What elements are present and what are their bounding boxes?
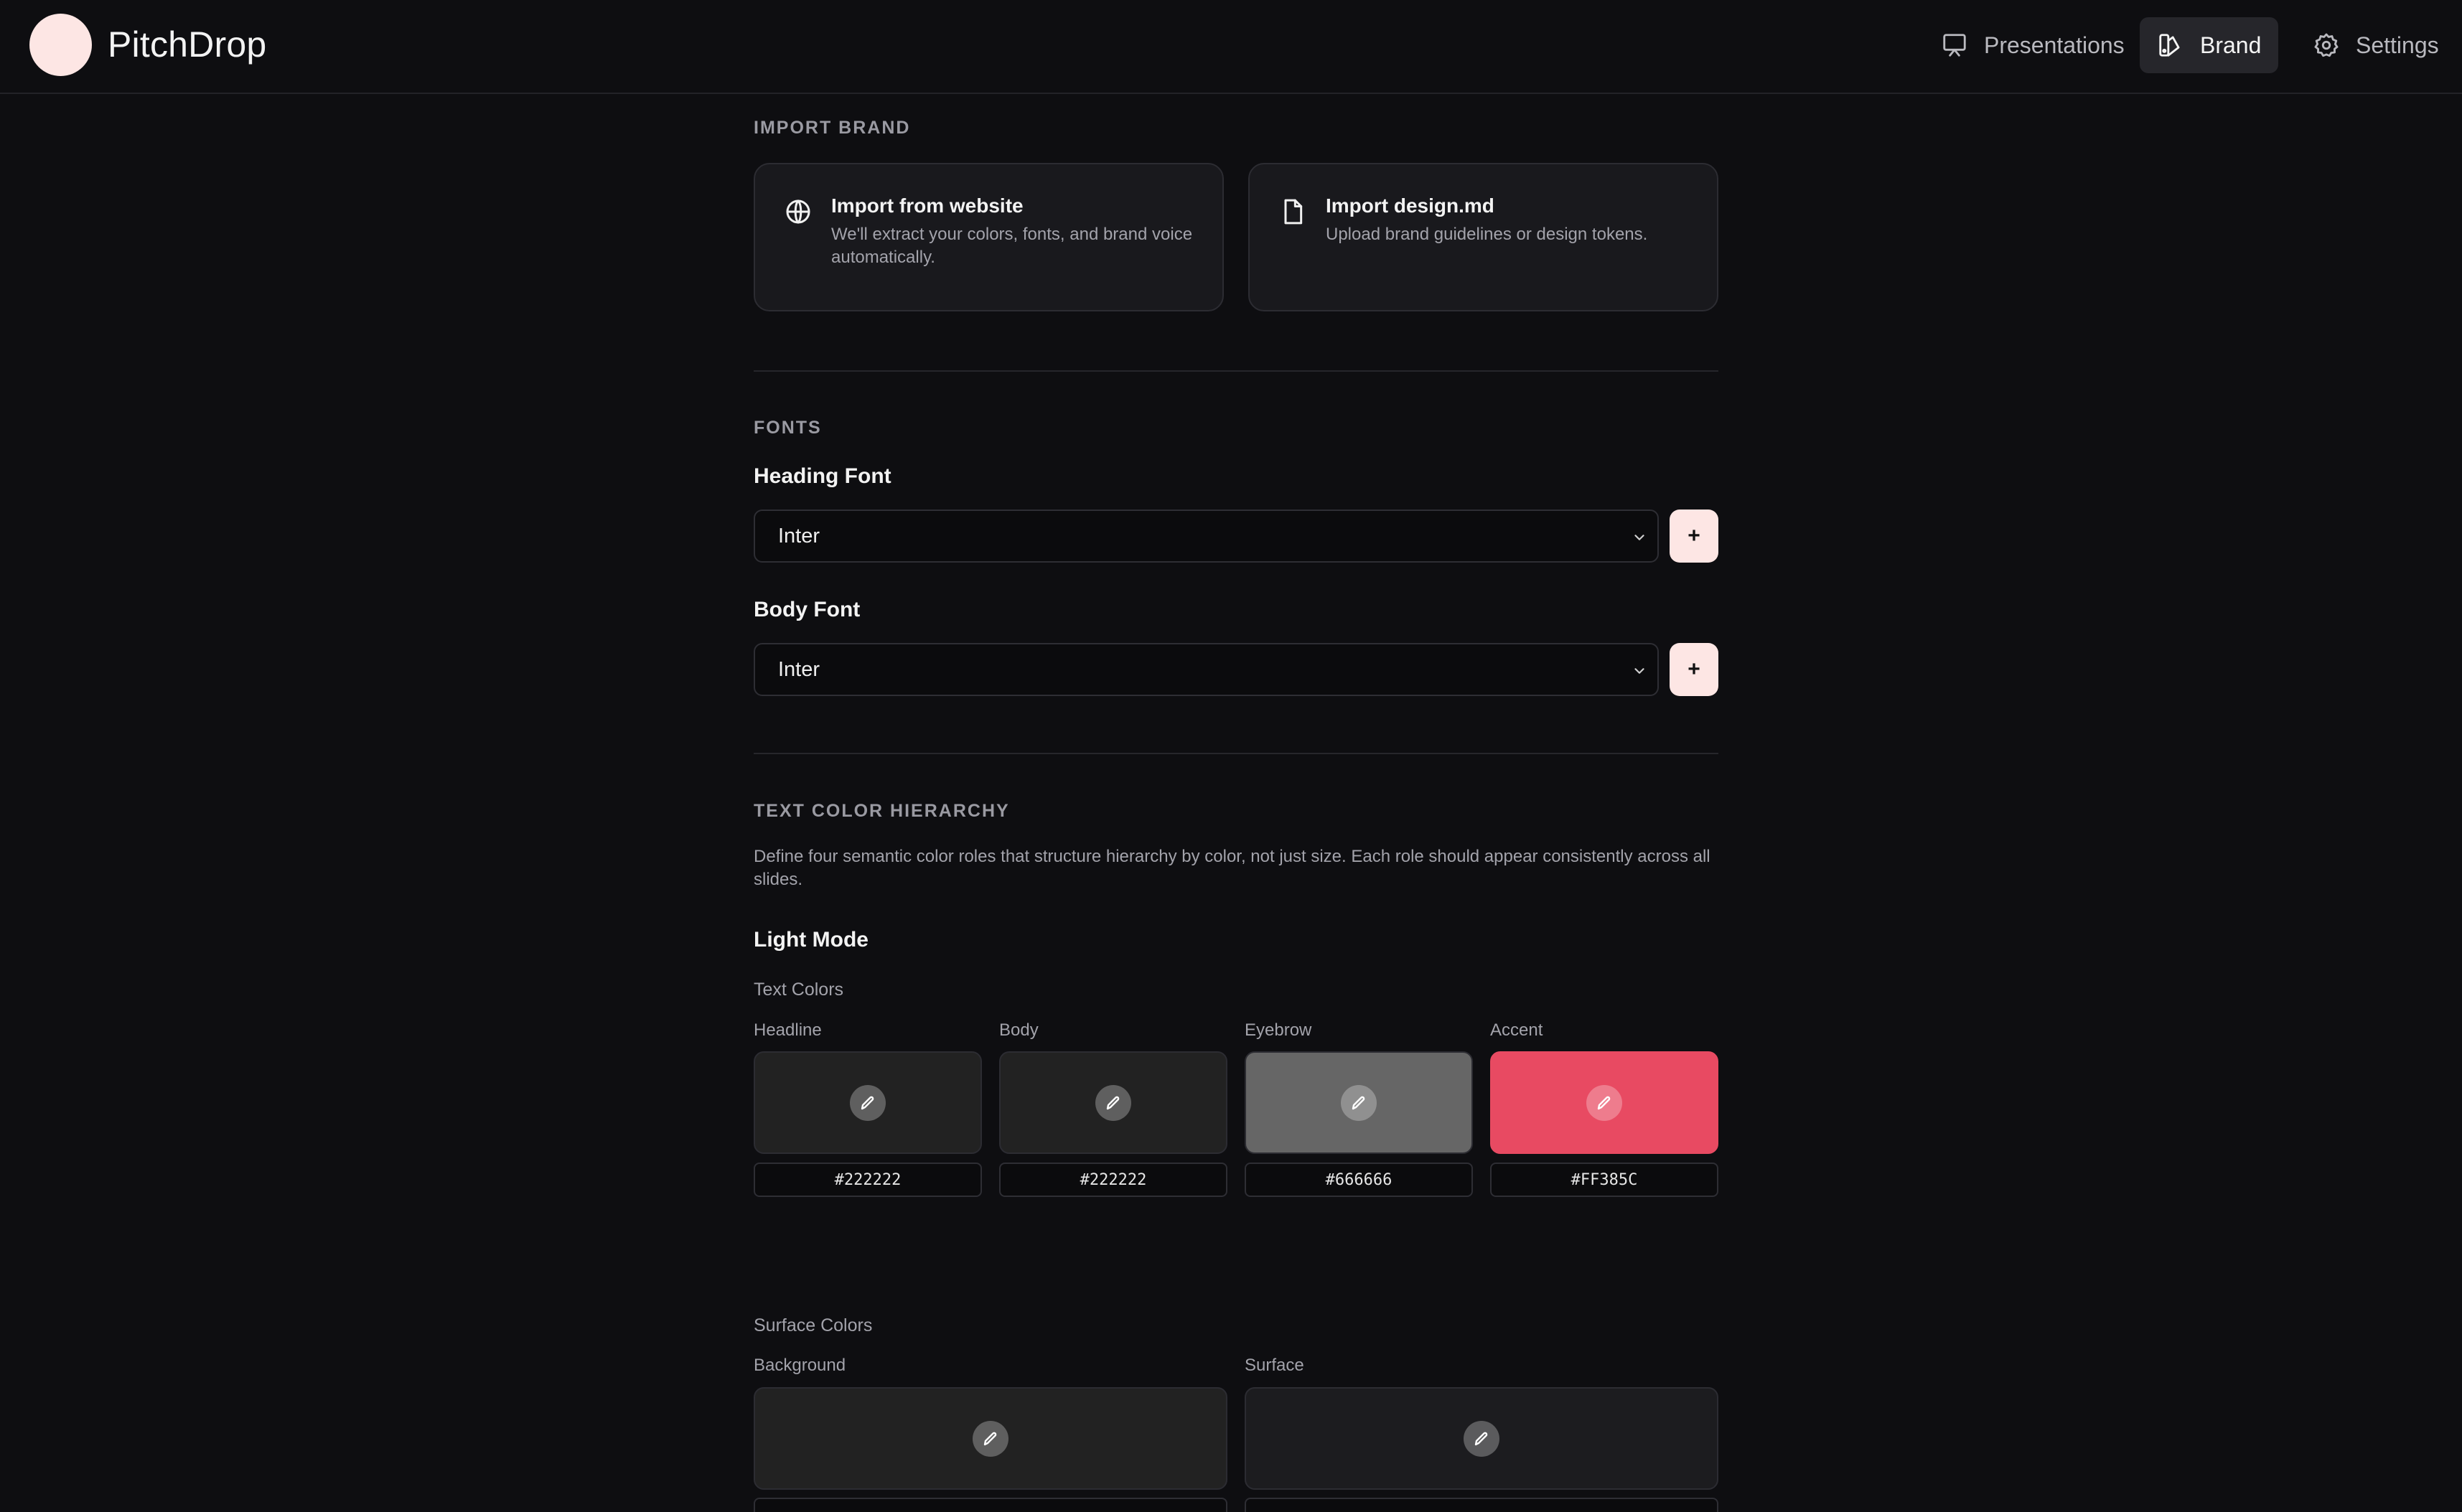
card-description: We'll extract your colors, fonts, and br…: [831, 225, 1193, 267]
swatch-label-background: Background: [754, 1356, 846, 1375]
card-description: Upload brand guidelines or design tokens…: [1326, 225, 1648, 244]
nav-brand[interactable]: Brand: [2140, 17, 2279, 73]
text-color-description: Define four semantic color roles that st…: [754, 847, 1710, 889]
eyebrow-hex-input[interactable]: #666666: [1245, 1163, 1473, 1197]
app-name[interactable]: PitchDrop: [108, 22, 266, 67]
swatch-label-headline: Headline: [754, 1020, 822, 1040]
swatch-label-eyebrow: Eyebrow: [1245, 1020, 1312, 1040]
background-color-swatch[interactable]: [754, 1387, 1227, 1490]
add-heading-font-button[interactable]: +: [1670, 510, 1718, 563]
body-font-select[interactable]: Inter: [754, 643, 1659, 696]
app-logo[interactable]: [29, 14, 92, 76]
body-font-value: Inter: [778, 657, 820, 681]
edit-body-color-button[interactable]: [1095, 1084, 1131, 1121]
pencil-icon: [1474, 1432, 1488, 1445]
eyebrow-color-swatch[interactable]: [1245, 1051, 1473, 1154]
heading-font-select[interactable]: Inter: [754, 510, 1659, 563]
surface-colors-label: Surface Colors: [754, 1315, 873, 1335]
import-design-md-card[interactable]: Import design.md Upload brand guidelines…: [1248, 163, 1718, 311]
file-icon: [1284, 199, 1303, 225]
headline-hex-input[interactable]: #222222: [754, 1163, 982, 1197]
accent-color-swatch[interactable]: [1490, 1051, 1718, 1154]
pencil-icon: [983, 1432, 997, 1445]
swatch-label-body: Body: [999, 1020, 1039, 1040]
section-divider: [754, 753, 1718, 754]
body-font-label: Body Font: [754, 598, 861, 621]
heading-font-value: Inter: [778, 524, 820, 548]
edit-background-color-button[interactable]: [973, 1420, 1008, 1457]
presentation-icon: [1943, 34, 1966, 57]
add-body-font-button[interactable]: +: [1670, 643, 1718, 696]
light-mode-title: Light Mode: [754, 928, 869, 952]
pencil-icon: [861, 1096, 874, 1109]
section-divider: [754, 370, 1718, 372]
pencil-icon: [1352, 1096, 1365, 1109]
nav-settings-label: Settings: [2356, 32, 2439, 58]
nav-settings[interactable]: Settings: [2295, 17, 2456, 73]
text-colors-label: Text Colors: [754, 980, 844, 1000]
edit-headline-color-button[interactable]: [850, 1084, 886, 1121]
body-color-swatch[interactable]: [999, 1051, 1227, 1154]
globe-icon: [786, 199, 810, 224]
heading-font-label: Heading Font: [754, 464, 891, 488]
pencil-icon: [1106, 1096, 1120, 1109]
card-title: Import design.md: [1326, 194, 1494, 217]
nav-brand-label: Brand: [2200, 32, 2262, 58]
fonts-section-label: FONTS: [754, 418, 822, 438]
edit-accent-color-button[interactable]: [1586, 1084, 1622, 1121]
edit-surface-color-button[interactable]: [1464, 1420, 1499, 1457]
accent-hex-input[interactable]: #FF385C: [1490, 1163, 1718, 1197]
import-from-website-card[interactable]: Import from website We'll extract your c…: [754, 163, 1224, 311]
card-title: Import from website: [831, 194, 1024, 217]
gear-icon: [2314, 33, 2339, 57]
nav-presentations-label: Presentations: [1984, 32, 2125, 58]
background-hex-input[interactable]: [754, 1498, 1227, 1512]
headline-color-swatch[interactable]: [754, 1051, 982, 1154]
nav-presentations[interactable]: Presentations: [1924, 17, 2142, 73]
swatch-label-surface: Surface: [1245, 1356, 1304, 1375]
swatch-label-accent: Accent: [1490, 1020, 1543, 1040]
surface-hex-input[interactable]: [1245, 1498, 1718, 1512]
top-bar: PitchDrop Presentations Brand Settings: [0, 0, 2462, 94]
surface-color-swatch[interactable]: [1245, 1387, 1718, 1490]
chevron-down-icon: [1634, 535, 1644, 540]
text-color-section-label: TEXT COLOR HIERARCHY: [754, 801, 1010, 821]
chevron-down-icon: [1634, 668, 1644, 674]
brand-icon: [2159, 34, 2180, 57]
body-hex-input[interactable]: #222222: [999, 1163, 1227, 1197]
edit-eyebrow-color-button[interactable]: [1341, 1084, 1377, 1121]
pencil-icon: [1597, 1096, 1611, 1109]
import-brand-section-label: IMPORT BRAND: [754, 118, 911, 138]
